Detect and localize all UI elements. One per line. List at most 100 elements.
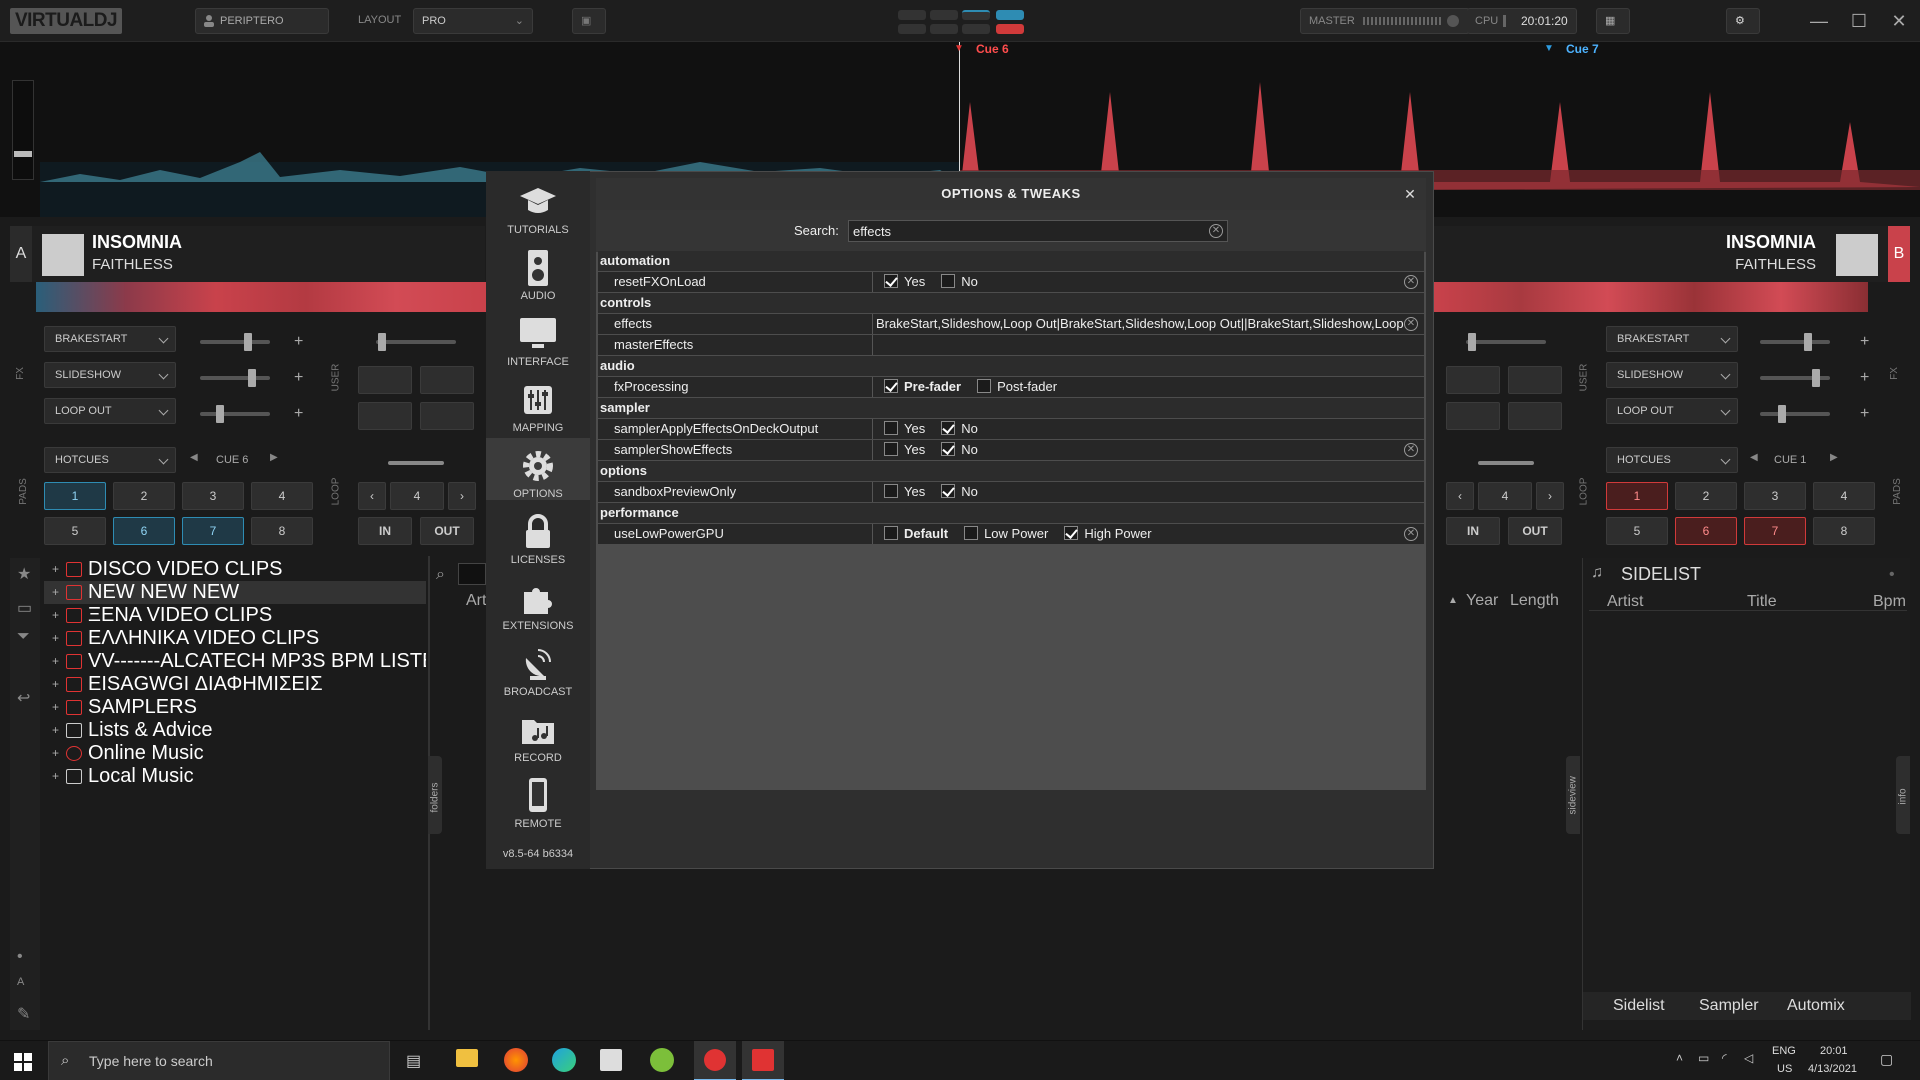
folder-item[interactable]: + Local Music: [44, 765, 426, 788]
volume-icon[interactable]: ◁: [1744, 1051, 1753, 1065]
folder-item[interactable]: + DISCO VIDEO CLIPS: [44, 558, 426, 581]
user-pad[interactable]: [1508, 366, 1562, 394]
fx-select-3[interactable]: LOOP OUT: [1606, 398, 1738, 424]
loop-size[interactable]: 4: [1478, 482, 1532, 510]
clear-search-icon[interactable]: ✕: [1209, 224, 1223, 238]
column-title[interactable]: Title: [1747, 593, 1777, 611]
folder-item[interactable]: + ΕΛΛΗΝΙΚΑ VIDEO CLIPS: [44, 627, 426, 650]
user-pad[interactable]: [1446, 366, 1500, 394]
expand-icon[interactable]: +: [52, 742, 59, 765]
folder-item[interactable]: + EISAGWGI ΔΙΑΦΗΜΙΣΕΙΣ: [44, 673, 426, 696]
fx-slider-2[interactable]: [200, 369, 270, 387]
loop-slider[interactable]: [388, 461, 444, 465]
hotcue-pad-2[interactable]: 2: [1675, 482, 1737, 510]
prev-icon[interactable]: ◀: [1750, 452, 1758, 463]
history-button[interactable]: ▦: [1596, 8, 1630, 34]
browser-search-input[interactable]: [458, 563, 486, 585]
fx-slider-2[interactable]: [1760, 369, 1830, 387]
hotcue-pad-3[interactable]: 3: [182, 482, 244, 510]
wifi-icon[interactable]: ◜: [1722, 1051, 1727, 1065]
user-pad[interactable]: [358, 366, 412, 394]
folder-item[interactable]: + VV-------ALCATECH MP3S BPM LISTES------…: [44, 650, 426, 673]
loop-half-button[interactable]: ‹: [358, 482, 386, 510]
virtualdj-task[interactable]: [694, 1041, 736, 1080]
taskbar-date[interactable]: 4/13/2021: [1808, 1063, 1857, 1075]
column-artist[interactable]: Art: [440, 590, 486, 612]
region-code[interactable]: US: [1777, 1063, 1792, 1075]
checkbox-yes[interactable]: [884, 484, 898, 498]
chevron-up-icon[interactable]: ˄: [1676, 1051, 1683, 1065]
options-search-input[interactable]: effects ✕: [848, 220, 1228, 242]
nav-broadcast[interactable]: BROADCAST: [486, 636, 590, 698]
reset-icon[interactable]: ✕: [1404, 317, 1418, 331]
file-explorer-icon[interactable]: [456, 1049, 478, 1067]
slider-knob[interactable]: [378, 333, 386, 351]
sideview-tab[interactable]: sideview: [1566, 756, 1580, 834]
fx-select-1[interactable]: BRAKESTART: [1606, 326, 1738, 352]
maximize-button[interactable]: ☐: [1844, 6, 1874, 36]
folder-item[interactable]: + Online Music: [44, 742, 426, 765]
reset-icon[interactable]: ✕: [1404, 527, 1418, 541]
loop-size[interactable]: 4: [390, 482, 444, 510]
reset-icon[interactable]: ✕: [1404, 275, 1418, 289]
flash-task[interactable]: [742, 1041, 784, 1080]
nav-audio[interactable]: AUDIO: [486, 240, 590, 302]
folder-item[interactable]: + NEW NEW NEW: [44, 581, 426, 604]
layout-select[interactable]: PRO ⌄: [413, 8, 533, 34]
hotcue-pad-5[interactable]: 5: [44, 517, 106, 545]
column-artist[interactable]: Artist: [1607, 593, 1643, 611]
checkbox-no[interactable]: [941, 484, 956, 498]
fx-slider-1[interactable]: [1760, 333, 1830, 351]
fx-select-3[interactable]: LOOP OUT: [44, 398, 176, 424]
fx-select-1[interactable]: BRAKESTART: [44, 326, 176, 352]
slider-knob[interactable]: [1812, 369, 1820, 387]
user-slider[interactable]: [376, 333, 456, 351]
search-icon[interactable]: ⌕: [436, 566, 445, 584]
user-pad[interactable]: [1508, 402, 1562, 430]
hotcue-pad-5[interactable]: 5: [1606, 517, 1668, 545]
fx-select-2[interactable]: SLIDESHOW: [44, 362, 176, 388]
expand-icon[interactable]: +: [52, 604, 59, 627]
expand-icon[interactable]: +: [52, 558, 59, 581]
checkbox-no[interactable]: [941, 421, 956, 435]
fx-slider-3[interactable]: [1760, 405, 1830, 423]
loop-half-button[interactable]: ‹: [1446, 482, 1474, 510]
user-pad[interactable]: [420, 402, 474, 430]
tab-sampler[interactable]: Sampler: [1699, 992, 1759, 1020]
nav-remote[interactable]: REMOTE: [486, 768, 590, 830]
hotcue-pad-2[interactable]: 2: [113, 482, 175, 510]
option-value[interactable]: BrakeStart,Slideshow,Loop Out|BrakeStart…: [876, 314, 1404, 334]
nav-licenses[interactable]: LICENSES: [486, 504, 590, 566]
hotcue-pad-6[interactable]: 6: [113, 517, 175, 545]
pad-mode-select[interactable]: HOTCUES: [44, 447, 176, 473]
checkbox-pre-fader[interactable]: [884, 379, 898, 393]
dialog-close-button[interactable]: ✕: [1400, 184, 1420, 204]
app-icon[interactable]: [650, 1048, 674, 1072]
edge-icon[interactable]: [552, 1048, 576, 1072]
fx-slider-3[interactable]: [200, 405, 270, 423]
user-slider[interactable]: [1466, 333, 1546, 351]
nav-interface[interactable]: INTERFACE: [486, 306, 590, 368]
expand-icon[interactable]: +: [52, 673, 59, 696]
checkbox-default[interactable]: [884, 526, 898, 540]
filter-icon[interactable]: ⏷: [17, 628, 30, 646]
user-pad[interactable]: [420, 366, 474, 394]
user-pad[interactable]: [358, 402, 412, 430]
checkbox-yes[interactable]: [884, 442, 898, 456]
folders-tab[interactable]: folders: [428, 756, 442, 834]
loop-slider[interactable]: [1478, 461, 1534, 465]
store-icon[interactable]: [600, 1049, 622, 1071]
slider-knob[interactable]: [244, 333, 252, 351]
windows-start-icon[interactable]: [14, 1053, 32, 1071]
zoom-slider[interactable]: [12, 80, 34, 180]
slider-knob[interactable]: [1468, 333, 1476, 351]
checkbox-yes[interactable]: [884, 421, 898, 435]
close-button[interactable]: ✕: [1884, 6, 1914, 36]
slider-knob[interactable]: [216, 405, 224, 423]
checkbox-high-power[interactable]: [1064, 526, 1079, 540]
reset-icon[interactable]: ✕: [1404, 443, 1418, 457]
task-view-icon[interactable]: ▤: [406, 1051, 421, 1071]
firefox-icon[interactable]: [504, 1048, 528, 1072]
back-icon[interactable]: ↩: [17, 688, 30, 708]
zoom-handle[interactable]: [14, 151, 32, 157]
